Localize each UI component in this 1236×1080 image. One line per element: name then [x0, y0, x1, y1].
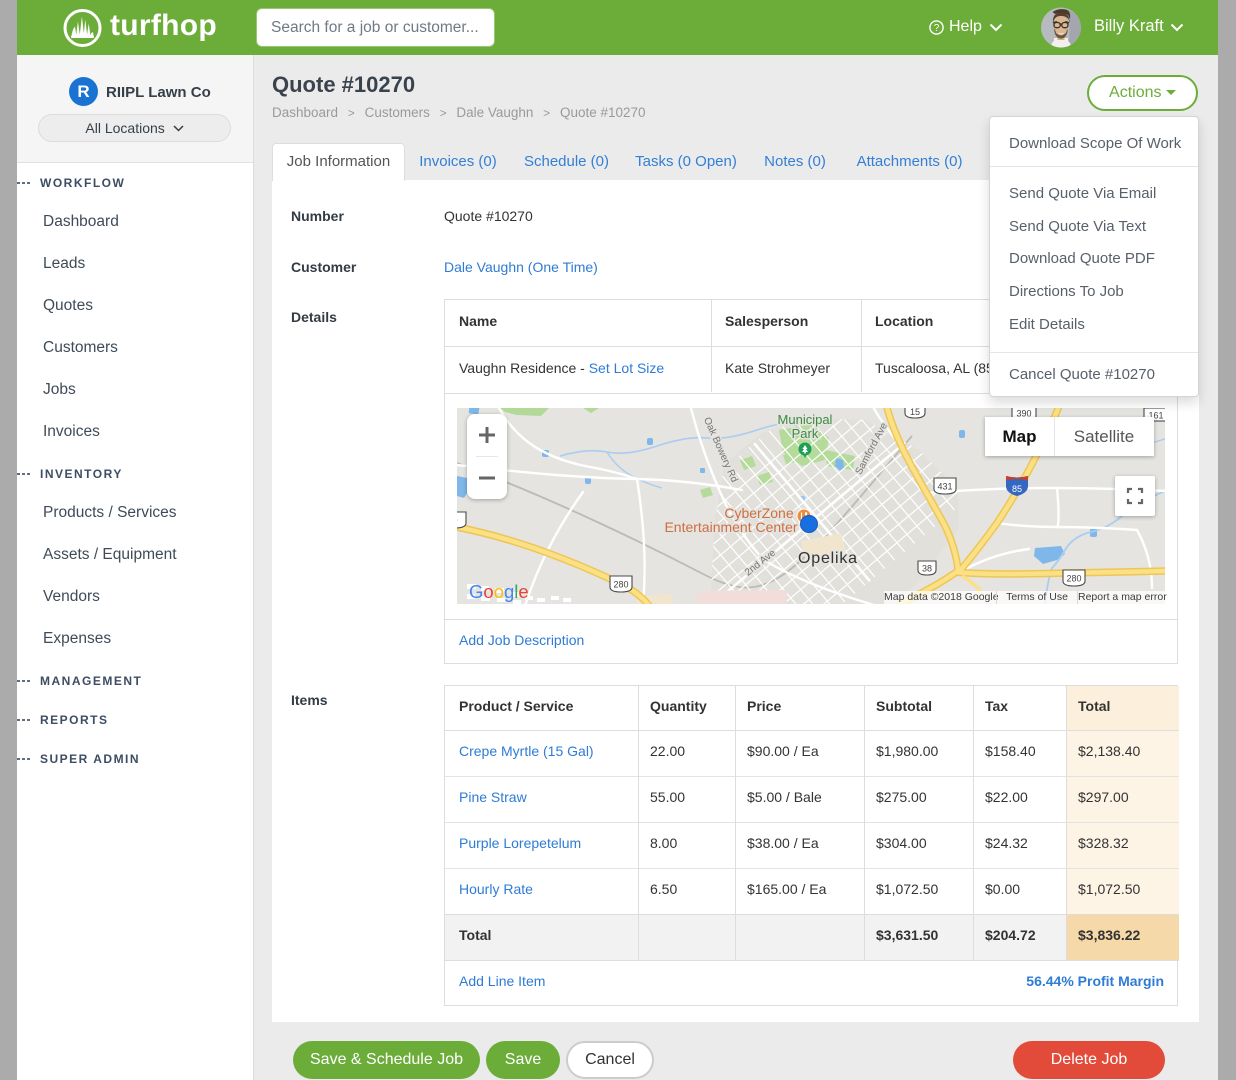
svg-text:38: 38 — [922, 564, 932, 574]
svg-text:15: 15 — [910, 408, 920, 417]
svg-text:431: 431 — [937, 482, 952, 492]
svg-text:280: 280 — [613, 580, 628, 590]
svg-text:280: 280 — [1066, 574, 1081, 584]
svg-text:0: 0 — [457, 516, 458, 526]
svg-text:Opelika: Opelika — [798, 550, 858, 567]
svg-text:Municipal: Municipal — [778, 412, 833, 427]
svg-text:Park: Park — [792, 426, 819, 441]
svg-text:?: ? — [934, 23, 940, 34]
svg-text:Entertainment Center: Entertainment Center — [664, 519, 797, 535]
svg-text:Google: Google — [469, 581, 529, 602]
svg-text:85: 85 — [1012, 484, 1022, 494]
